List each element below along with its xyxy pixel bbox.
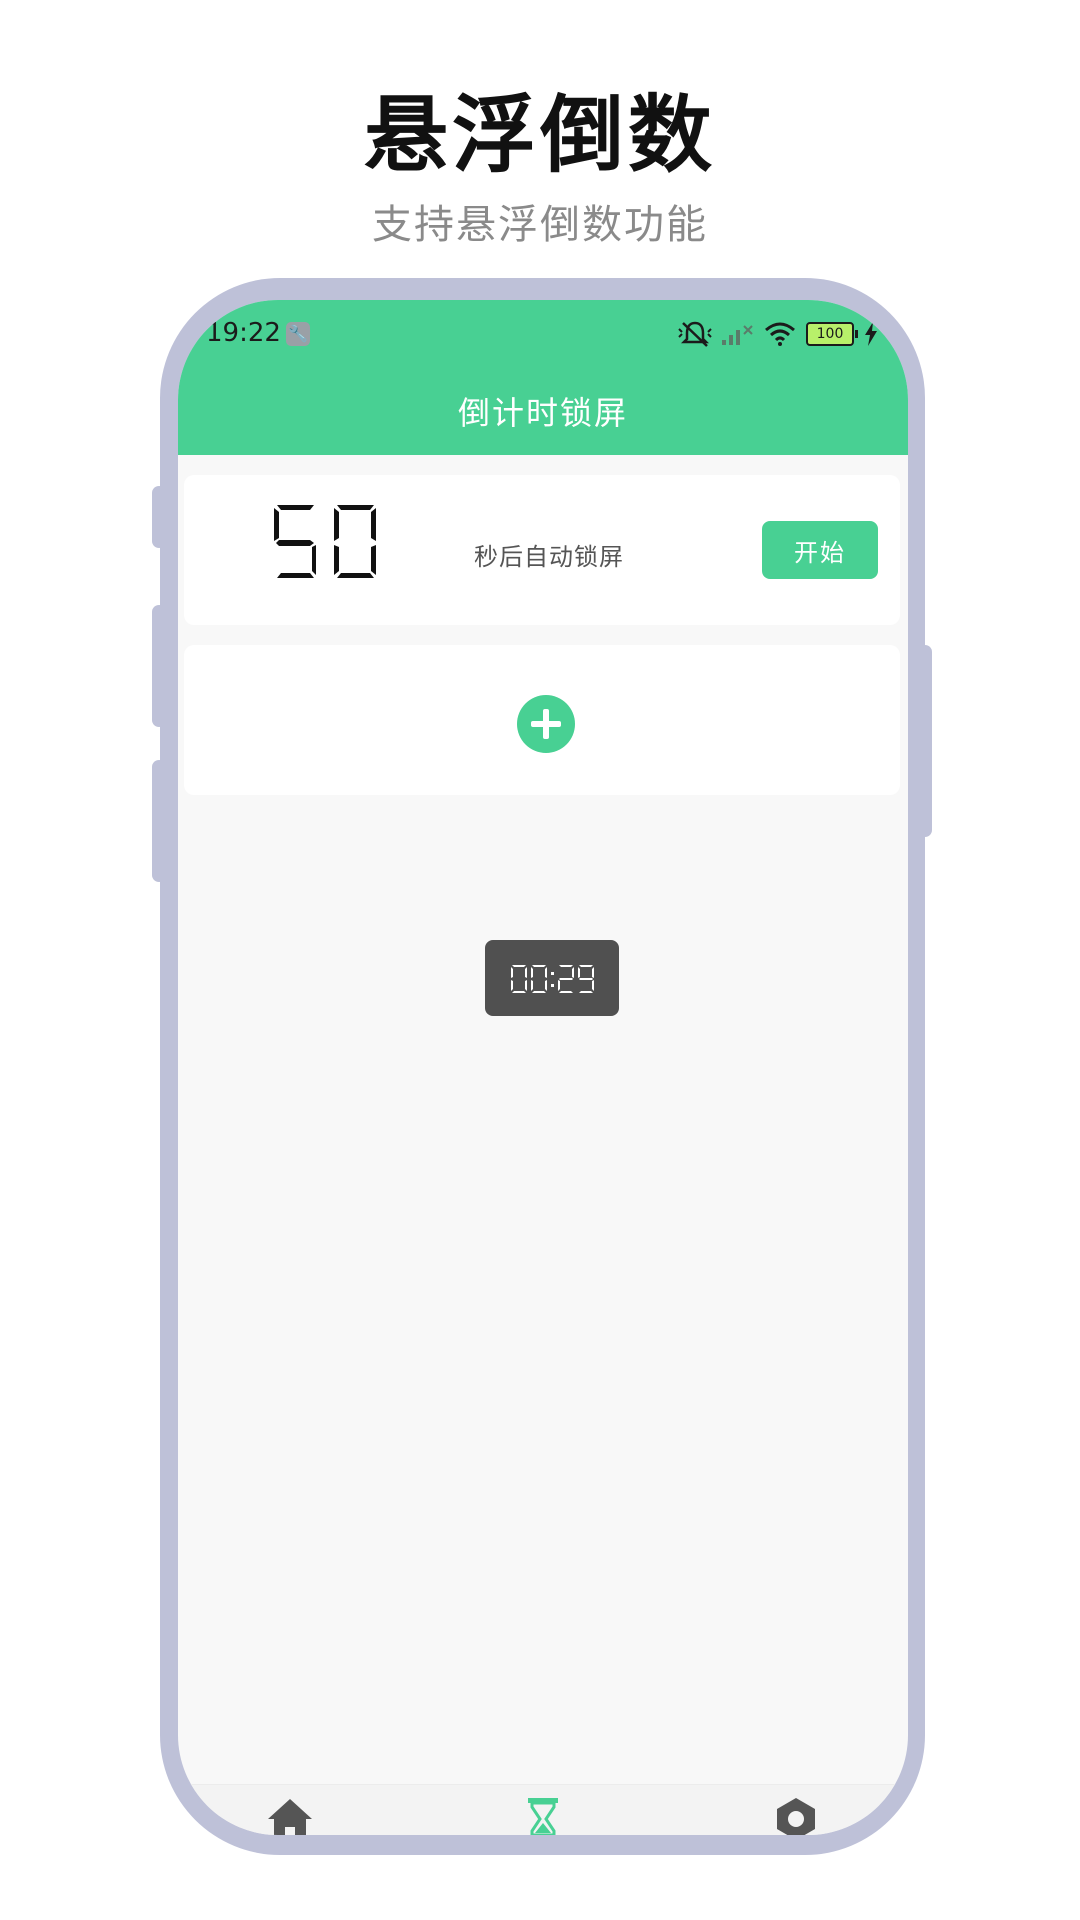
hexagon-settings-icon: [777, 1798, 815, 1835]
signal-icon: [722, 325, 753, 345]
nav-item-settings[interactable]: [772, 1795, 820, 1835]
nav-item-countdown[interactable]: [519, 1795, 567, 1835]
wrench-icon: 🔧: [286, 322, 310, 346]
timer-card: 秒后自动锁屏 开始: [184, 475, 900, 625]
promo-subtitle: 支持悬浮倒数功能: [372, 202, 708, 248]
start-button[interactable]: 开始: [762, 521, 878, 579]
mute-icon: [678, 321, 712, 347]
app-header: 19:22 🔧 100 倒计时锁屏: [178, 300, 908, 455]
countdown-number-display: [274, 505, 376, 578]
phone-screen: 19:22 🔧 100 倒计时锁屏 秒后自动锁屏 开始: [178, 300, 908, 1835]
wifi-icon: [765, 322, 795, 346]
status-icons: 100: [678, 318, 878, 350]
battery-icon: 100: [806, 322, 858, 346]
plus-icon: [531, 709, 561, 739]
bottom-nav: [178, 1784, 908, 1835]
page: 悬浮倒数 支持悬浮倒数功能 19:22 🔧 100 倒计时锁屏 秒后自动锁屏 开…: [0, 0, 1080, 1920]
auto-lock-label: 秒后自动锁屏: [474, 543, 624, 571]
hourglass-icon: [528, 1798, 558, 1835]
status-time: 19:22: [206, 318, 281, 348]
add-timer-card: [184, 645, 900, 795]
floating-countdown-digits: [511, 965, 594, 993]
promo-title: 悬浮倒数: [363, 86, 716, 184]
charging-icon: [865, 322, 877, 346]
home-icon: [268, 1799, 312, 1835]
floating-countdown[interactable]: [485, 940, 619, 1016]
nav-item-home[interactable]: [266, 1795, 314, 1835]
header-title: 倒计时锁屏: [457, 394, 628, 432]
add-timer-button[interactable]: [517, 695, 575, 753]
